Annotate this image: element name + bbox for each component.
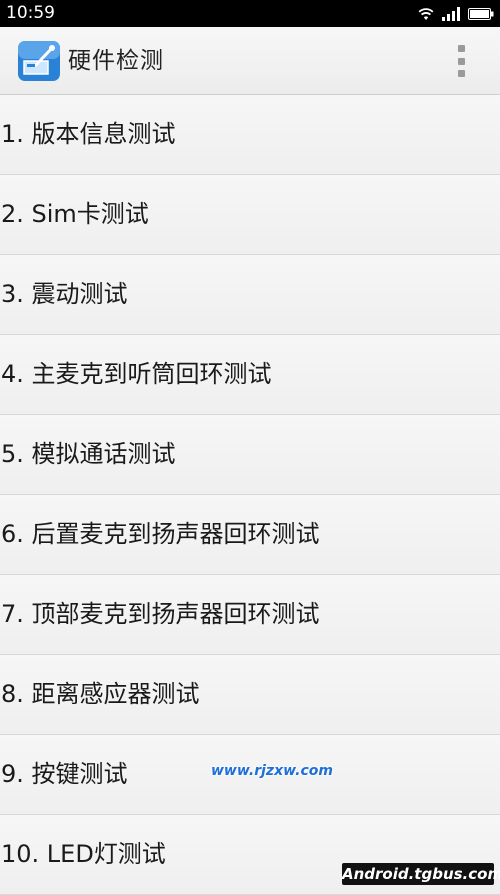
test-item-simulated-call[interactable]: 5. 模拟通话测试: [0, 415, 500, 495]
test-item-label: 1. 版本信息测试: [1, 120, 176, 148]
test-item-vibration[interactable]: 3. 震动测试: [0, 255, 500, 335]
test-item-label: 3. 震动测试: [1, 280, 128, 308]
test-item-label: 5. 模拟通话测试: [1, 440, 176, 468]
test-item-main-mic-earpiece-loop[interactable]: 4. 主麦克到听筒回环测试: [0, 335, 500, 415]
action-bar: 硬件检测: [0, 27, 500, 95]
battery-icon: [468, 8, 494, 20]
test-item-label: 8. 距离感应器测试: [1, 680, 200, 708]
test-item-label: 10. LED灯测试: [1, 840, 166, 868]
test-item-label: 9. 按键测试: [1, 760, 128, 788]
test-item-label: 6. 后置麦克到扬声器回环测试: [1, 520, 320, 548]
test-item-top-mic-speaker-loop[interactable]: 7. 顶部麦克到扬声器回环测试: [0, 575, 500, 655]
hardware-test-app-icon[interactable]: [18, 41, 60, 81]
status-icons: [418, 5, 494, 23]
site-watermark: www.rjzxw.com: [211, 763, 333, 779]
status-time: 10:59: [6, 3, 55, 23]
test-item-label: 2. Sim卡测试: [1, 200, 149, 228]
overflow-menu-icon[interactable]: [446, 45, 476, 77]
overflow-dot: [457, 57, 465, 65]
test-item-sim[interactable]: 2. Sim卡测试: [0, 175, 500, 255]
overflow-dot: [457, 45, 465, 52]
test-item-label: 4. 主麦克到听筒回环测试: [1, 360, 272, 388]
test-item-label: 7. 顶部麦克到扬声器回环测试: [1, 600, 320, 628]
status-bar: 10:59: [0, 0, 500, 27]
wifi-icon: [418, 8, 434, 20]
signal-icon: [442, 7, 460, 21]
test-item-version-info[interactable]: 1. 版本信息测试: [0, 95, 500, 175]
test-item-rear-mic-speaker-loop[interactable]: 6. 后置麦克到扬声器回环测试: [0, 495, 500, 575]
source-watermark-badge: Android.tgbus.com: [342, 863, 500, 885]
overflow-dot: [457, 70, 465, 77]
test-item-proximity-sensor[interactable]: 8. 距离感应器测试: [0, 655, 500, 735]
app-title: 硬件检测: [68, 48, 164, 74]
